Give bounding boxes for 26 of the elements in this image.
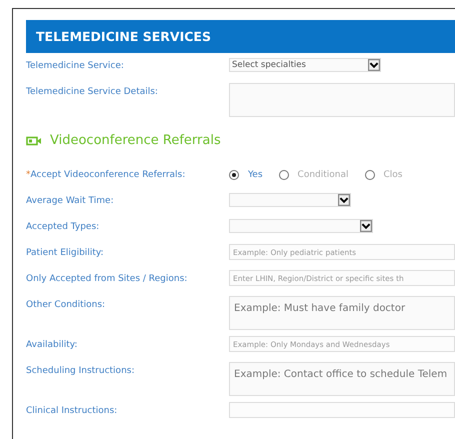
field-label: Other Conditions:: [26, 299, 106, 310]
text-area[interactable]: Example: Contact office to schedule Telem: [229, 362, 455, 396]
field-label: Telemedicine Service:: [26, 60, 125, 71]
radio-option[interactable]: Conditional: [278, 170, 348, 180]
dropdown[interactable]: [229, 219, 373, 233]
caret-icon: [338, 194, 350, 206]
field-label: Only Accepted from Sites / Regions:: [26, 273, 188, 284]
text-field[interactable]: [229, 402, 455, 418]
caret-icon: [368, 59, 380, 71]
section-title: TELEMEDICINE SERVICES: [36, 29, 211, 44]
caret-icon: [360, 220, 372, 232]
dropdown[interactable]: [229, 193, 351, 207]
text-area[interactable]: Example: Must have family doctor: [229, 296, 455, 330]
video-camera-icon: [26, 136, 42, 146]
field-label: Average Wait Time:: [26, 195, 115, 206]
field-label: Scheduling Instructions:: [26, 365, 136, 376]
radio-option[interactable]: Clos: [364, 170, 402, 180]
field-label: Availability:: [26, 339, 78, 350]
field-label: *Accept Videoconference Referrals:: [26, 169, 186, 180]
dropdown[interactable]: Select specialties: [229, 58, 381, 72]
field-label: Accepted Types:: [26, 221, 100, 232]
field-label: Clinical Instructions:: [26, 405, 118, 416]
field-label: Telemedicine Service Details:: [26, 86, 159, 97]
radio-option[interactable]: Yes: [229, 170, 263, 180]
field-label: Patient Eligibility:: [26, 247, 105, 258]
subsection-title: Videoconference Referrals: [50, 133, 221, 148]
